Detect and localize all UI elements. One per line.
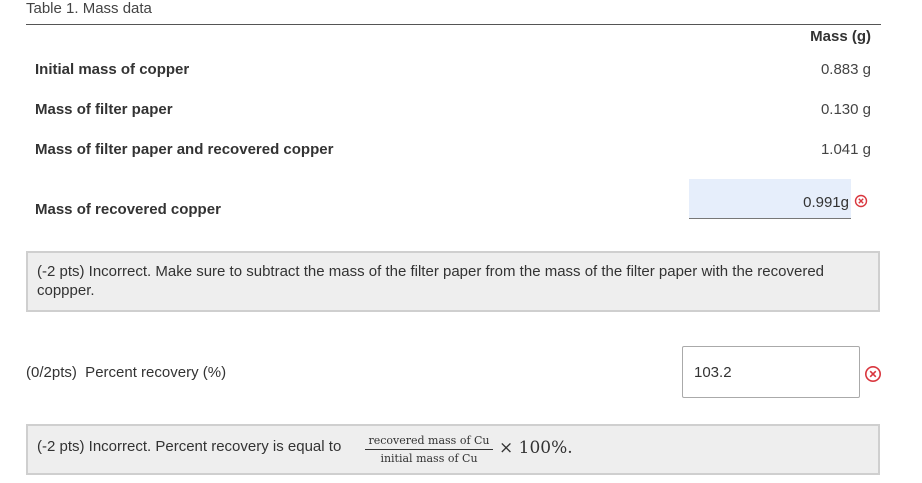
row-label-initial-mass: Initial mass of copper <box>35 61 190 78</box>
row-label-recovered-copper: Mass of recovered copper <box>35 201 221 218</box>
table-caption: Table 1. Mass data <box>26 0 152 17</box>
mass-column-header: Mass (g) <box>810 28 871 45</box>
percent-recovery-label: (0/2pts) Percent recovery (%) <box>26 364 227 381</box>
row-label-paper-and-copper: Mass of filter paper and recovered coppe… <box>35 141 334 158</box>
incorrect-x-icon <box>865 366 881 382</box>
feedback-box-recovered-copper: (-2 pts) Incorrect. Make sure to subtrac… <box>26 251 880 312</box>
recovered-copper-value: 0.991g <box>803 194 849 211</box>
feedback-text: (-2 pts) Incorrect. Make sure to subtrac… <box>37 263 825 299</box>
table-top-rule <box>26 24 881 25</box>
incorrect-x-icon <box>854 194 868 208</box>
fraction-numerator: recovered mass of Cu <box>365 434 493 450</box>
percent-recovery-input[interactable]: 103.2 <box>682 346 860 398</box>
recovered-copper-input[interactable]: 0.991g <box>689 179 851 219</box>
row-value-filter-paper: 0.130 g <box>820 101 871 118</box>
formula-multiplier: × 100%. <box>499 438 573 458</box>
row-label-filter-paper: Mass of filter paper <box>35 101 173 118</box>
fraction-formula: recovered mass of Cu initial mass of Cu <box>365 434 493 465</box>
row-value-paper-and-copper: 1.041 g <box>820 141 871 158</box>
row-value-initial-mass: 0.883 g <box>820 61 871 78</box>
fraction-denominator: initial mass of Cu <box>380 452 478 465</box>
feedback-box-percent-recovery: (-2 pts) Incorrect. Percent recovery is … <box>26 424 880 475</box>
feedback-text: (-2 pts) Incorrect. Percent recovery is … <box>37 438 342 455</box>
